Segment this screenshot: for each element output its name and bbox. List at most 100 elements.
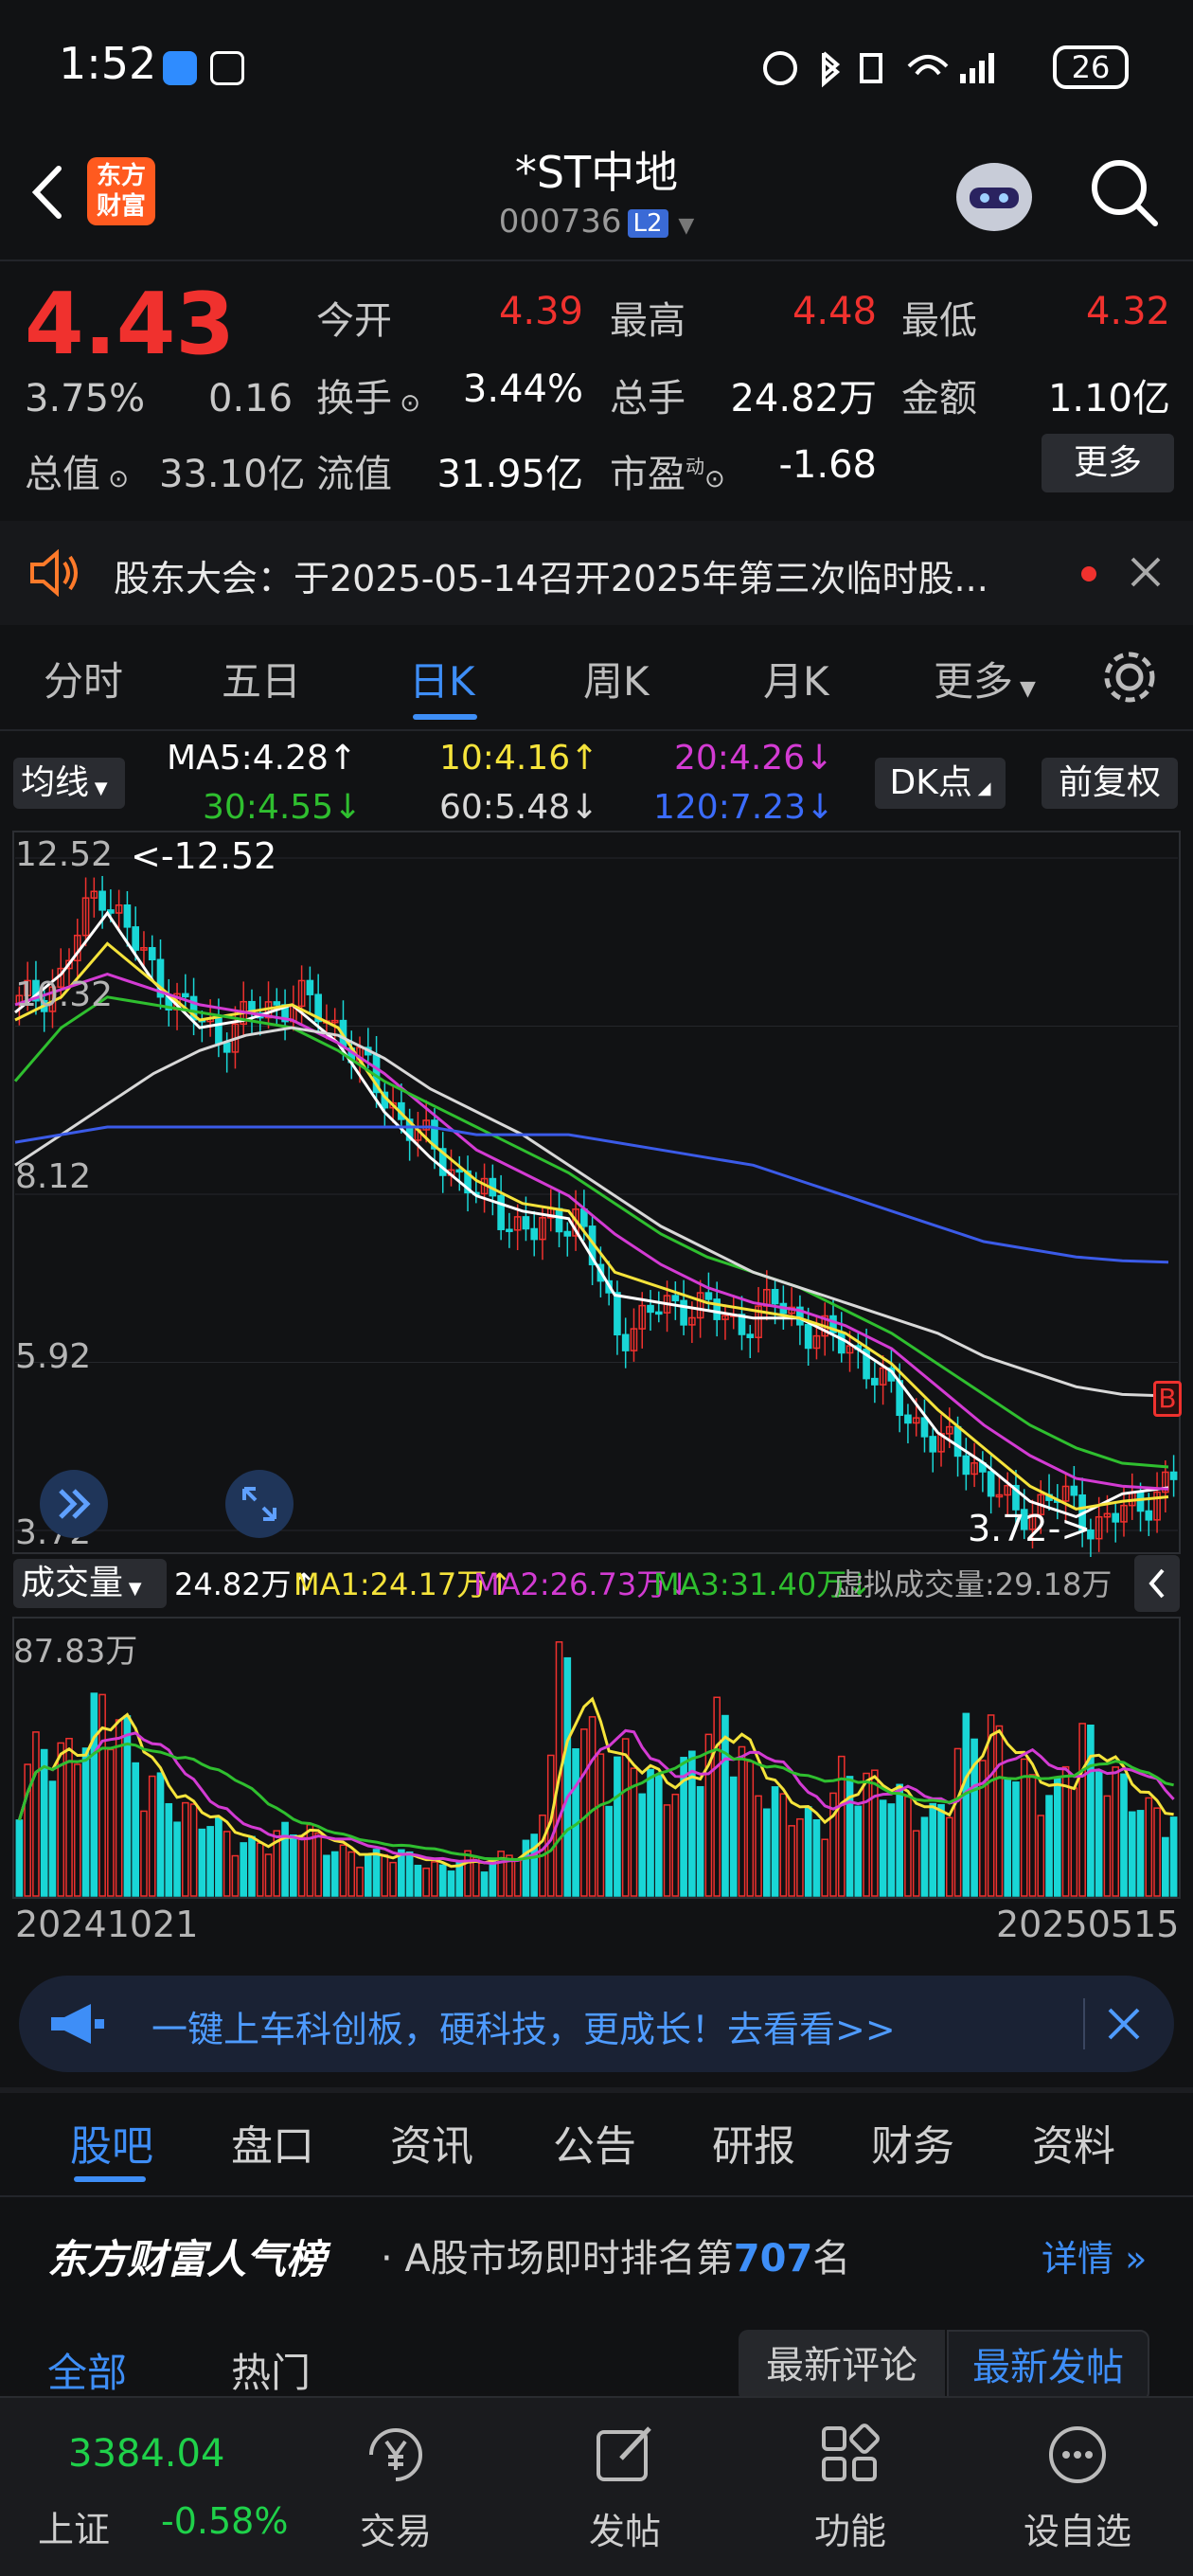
nav-watchlist-settings[interactable]: 设自选 [1002,2502,1153,2554]
battery-indicator: 26 [1053,45,1129,89]
index-name[interactable]: 上证 [38,2500,110,2552]
volume-bars [15,1641,1178,1897]
tab-daily-k[interactable]: 日K [409,650,475,707]
tab-announcements[interactable]: 公告 [553,2112,636,2173]
eastmoney-logo: 东方财富 [87,157,155,225]
tab-monthly-k[interactable]: 月K [763,650,829,707]
more-button[interactable]: 更多 [1042,434,1174,492]
volume-bar [755,1795,762,1897]
sort-latest-comment[interactable]: 最新评论 [739,2330,945,2402]
tab-weekly-k[interactable]: 周K [583,650,650,707]
volume-chart[interactable] [0,1616,1193,1900]
nav-functions[interactable]: 功能 [775,2502,926,2554]
message-app-icon [163,51,197,85]
adjust-button[interactable]: 前复权 [1042,758,1178,809]
candle-body [614,1292,621,1336]
volume-bar [148,1775,156,1897]
volume-bar [605,1805,613,1897]
index-change[interactable]: -0.58% [161,2500,288,2542]
nav-post[interactable]: 发帖 [549,2502,701,2554]
notice-bar[interactable]: 股东大会：于2025-05-14召开2025年第三次临时股... [0,521,1193,625]
settings-gear-icon[interactable] [1100,648,1159,707]
change-percent: 3.75% [25,377,146,420]
index-value[interactable]: 3384.04 [68,2432,224,2476]
expand-side-icon[interactable] [38,1468,110,1540]
divider [0,729,1193,731]
collapse-button[interactable] [1134,1555,1180,1612]
volume-indicator-button[interactable]: 成交量 ▼ [13,1559,167,1608]
volume-bar [323,1854,330,1897]
volume-bar [297,1836,306,1897]
subtab-hot[interactable]: 热门 [231,2341,311,2399]
virtual-volume: 虚拟成交量:29.18万 [833,1566,1113,1602]
volume-bar [314,1832,322,1897]
promo-banner[interactable]: 一键上车科创板，硬科技，更成长！去看看>> [19,1976,1174,2072]
candle-body [904,1414,912,1424]
open-value: 4.39 [498,290,583,333]
volume-bar [614,1756,621,1897]
candle-body [680,1299,687,1326]
fullscreen-icon[interactable] [223,1468,295,1540]
candle-body [987,1471,995,1497]
candle-body [962,1455,970,1476]
dk-point-button[interactable]: DK点 ◢ [875,758,1006,809]
functions-grid-icon[interactable] [812,2417,888,2493]
tab-more[interactable]: 更多 ▼ [934,650,1036,707]
tab-orderbook[interactable]: 盘口 [231,2112,314,2173]
price-axis-label: 12.52 [15,835,114,874]
tab-five-day[interactable]: 五日 [222,650,301,707]
nav-trade[interactable]: 交易 [320,2502,472,2554]
subtab-all[interactable]: 全部 [47,2341,127,2399]
volume-bar [156,1772,165,1897]
watchlist-more-icon[interactable] [1040,2417,1115,2493]
volume-bar [621,1738,630,1897]
volume-bar [580,1728,588,1897]
unread-dot [1081,566,1096,581]
volume-bar [771,1786,779,1897]
tab-financials[interactable]: 财务 [871,2112,954,2173]
volume-bar [1169,1816,1178,1897]
post-edit-icon[interactable] [587,2417,663,2493]
low-label: 最低 [901,299,977,343]
close-icon[interactable] [1127,553,1165,591]
robot-assistant-icon[interactable] [947,152,1042,237]
float-cap-label: 流值 [316,453,392,496]
volume-bar [98,1693,106,1897]
rank-detail-link[interactable]: 详情 » [1042,2229,1147,2281]
ma-line-ma60 [14,1026,1169,1398]
stock-code-row[interactable]: 000736 L2 ▼ [407,203,786,241]
candle-body [555,1208,563,1233]
volume-bar [530,1834,539,1897]
tab-news[interactable]: 资讯 [390,2112,473,2173]
volume-bar [1053,1776,1061,1897]
volume-bar [663,1804,671,1897]
volume-bar [854,1805,863,1897]
candle-body [671,1295,680,1302]
candlestick-chart[interactable] [0,830,1193,1557]
candle-body [132,926,140,951]
tab-intraday[interactable]: 分时 [44,650,123,707]
candle-body [98,890,106,911]
back-arrow-icon[interactable] [25,159,74,225]
volume-bar [1004,1778,1012,1897]
tab-profile[interactable]: 资料 [1032,2112,1115,2173]
volume-bar [721,1714,729,1897]
market-cap-value: 33.10亿 [159,453,306,496]
ma-selector-button[interactable]: 均线 ▼ [13,758,125,809]
caret-down-icon: ▼ [678,214,695,238]
close-banner-icon[interactable] [1104,2004,1144,2044]
sort-latest-post[interactable]: 最新发帖 [947,2330,1149,2402]
buy-signal-marker[interactable]: B [1153,1381,1182,1417]
candle-body [148,947,156,961]
price-axis-label: 10.32 [15,975,114,1014]
volume-bar [1136,1810,1145,1897]
trade-yen-icon[interactable] [358,2417,434,2493]
candle-body [1145,1510,1153,1521]
volume-bar [871,1769,879,1897]
tab-research[interactable]: 研报 [712,2112,795,2173]
search-icon[interactable] [1087,155,1161,229]
candle-body [522,1216,530,1230]
low-value: 4.32 [1085,290,1170,333]
tab-forum[interactable]: 股吧 [70,2112,153,2173]
pe-value: -1.68 [778,443,878,487]
